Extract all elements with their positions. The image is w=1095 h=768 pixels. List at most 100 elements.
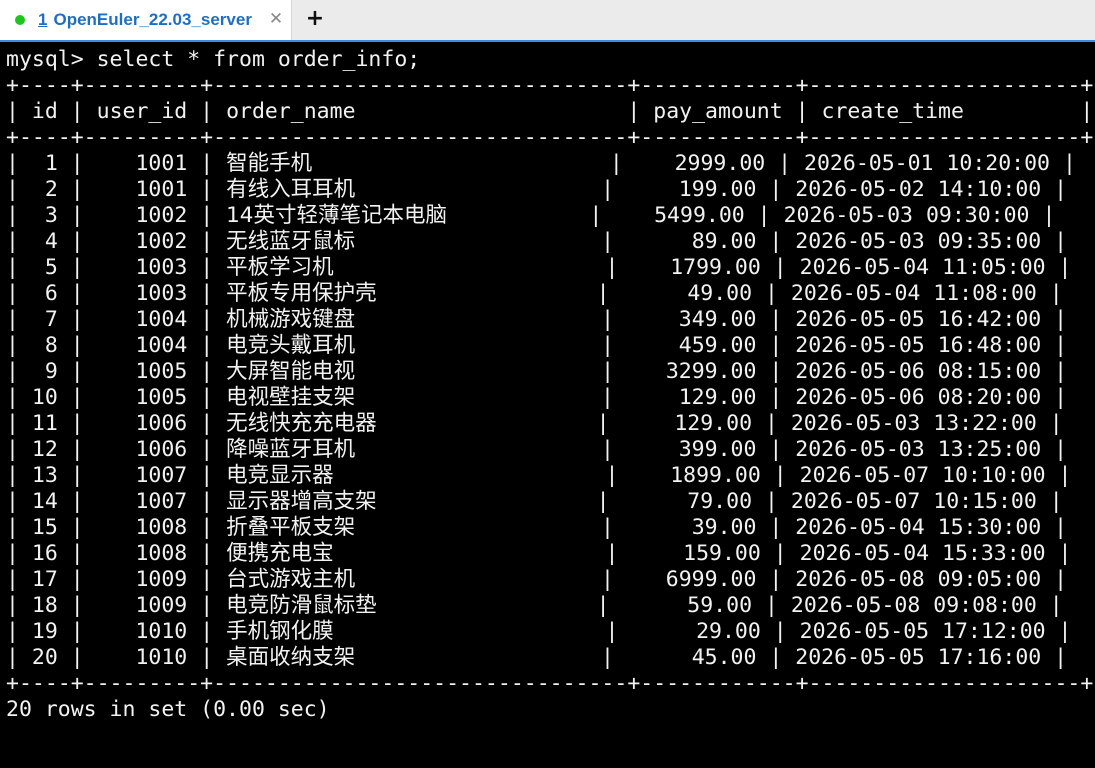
table-cell-order-name: 无线蓝牙鼠标 bbox=[226, 229, 356, 254]
table-cell-order-name: 手机钢化膜 bbox=[226, 619, 334, 644]
table-row: | 17 | 1009 | 台式游戏主机 | 6999.00 | 2026-05… bbox=[6, 567, 1068, 592]
table-cell-pay-amount: 1799.00 bbox=[670, 255, 761, 280]
table-border: +----+---------+------------------------… bbox=[6, 125, 1094, 150]
table-cell-pay-amount: 59.00 bbox=[687, 593, 753, 618]
table-cell-create-time: 2026-05-04 15:30:00 bbox=[795, 515, 1042, 540]
tab-title-text: OpenEuler_22.03_server bbox=[53, 10, 252, 29]
column-header: id bbox=[31, 99, 58, 124]
table-cell-id: 15 bbox=[31, 515, 58, 540]
tab-openeuler-server[interactable]: 1 OpenEuler_22.03_server ✕ bbox=[0, 0, 292, 40]
table-cell-user-id: 1007 bbox=[135, 463, 188, 488]
table-cell-id: 20 bbox=[31, 645, 58, 670]
table-cell-id: 8 bbox=[44, 333, 58, 358]
table-cell-pay-amount: 159.00 bbox=[683, 541, 761, 566]
table-cell-order-name: 电竞显示器 bbox=[226, 463, 334, 488]
table-cell-order-name: 电竞防滑鼠标垫 bbox=[226, 593, 377, 618]
table-cell-create-time: 2026-05-04 15:33:00 bbox=[799, 541, 1046, 566]
table-row: | 15 | 1008 | 折叠平板支架 | 39.00 | 2026-05-0… bbox=[6, 515, 1068, 540]
table-row: | 12 | 1006 | 降噪蓝牙耳机 | 399.00 | 2026-05-… bbox=[6, 437, 1068, 462]
table-cell-pay-amount: 5499.00 bbox=[654, 203, 745, 228]
table-row: | 1 | 1001 | 智能手机 | 2999.00 | 2026-05-01… bbox=[6, 151, 1076, 176]
table-cell-order-name: 桌面收纳支架 bbox=[226, 645, 356, 670]
table-cell-user-id: 1001 bbox=[135, 151, 188, 176]
table-row: | 19 | 1010 | 手机钢化膜 | 29.00 | 2026-05-05… bbox=[6, 619, 1072, 644]
table-row: | 14 | 1007 | 显示器增高支架 | 79.00 | 2026-05-… bbox=[6, 489, 1063, 514]
sql-command: select * from order_info; bbox=[96, 47, 421, 72]
column-header: pay_amount bbox=[653, 99, 783, 124]
table-row: | 6 | 1003 | 平板专用保护壳 | 49.00 | 2026-05-0… bbox=[6, 281, 1063, 306]
table-cell-user-id: 1003 bbox=[135, 281, 188, 306]
table-cell-id: 5 bbox=[44, 255, 58, 280]
table-row: | 18 | 1009 | 电竞防滑鼠标垫 | 59.00 | 2026-05-… bbox=[6, 593, 1063, 618]
table-cell-create-time: 2026-05-07 10:15:00 bbox=[790, 489, 1037, 514]
table-border: +----+---------+------------------------… bbox=[6, 671, 1094, 696]
table-cell-pay-amount: 129.00 bbox=[674, 411, 753, 436]
terminal-output[interactable]: mysql> select * from order_info; +----+-… bbox=[0, 42, 1095, 768]
table-cell-create-time: 2026-05-04 11:05:00 bbox=[799, 255, 1046, 280]
table-row: | 8 | 1004 | 电竞头戴耳机 | 459.00 | 2026-05-0… bbox=[6, 333, 1068, 358]
table-cell-id: 16 bbox=[31, 541, 58, 566]
table-cell-pay-amount: 399.00 bbox=[678, 437, 757, 462]
table-cell-id: 6 bbox=[44, 281, 58, 306]
table-cell-create-time: 2026-05-05 16:48:00 bbox=[795, 333, 1042, 358]
table-cell-create-time: 2026-05-04 11:08:00 bbox=[790, 281, 1037, 306]
table-cell-order-name: 电视壁挂支架 bbox=[226, 385, 356, 410]
table-row: | 16 | 1008 | 便携充电宝 | 159.00 | 2026-05-0… bbox=[6, 541, 1072, 566]
table-cell-id: 13 bbox=[31, 463, 58, 488]
new-tab-icon[interactable]: + bbox=[304, 6, 326, 32]
table-cell-user-id: 1002 bbox=[135, 229, 188, 254]
table-cell-id: 12 bbox=[31, 437, 58, 462]
table-row: | 5 | 1003 | 平板学习机 | 1799.00 | 2026-05-0… bbox=[6, 255, 1072, 280]
table-cell-pay-amount: 45.00 bbox=[691, 645, 757, 670]
table-cell-user-id: 1004 bbox=[135, 333, 188, 358]
table-cell-id: 3 bbox=[44, 203, 58, 228]
table-cell-user-id: 1008 bbox=[135, 515, 188, 540]
table-cell-order-name: 平板学习机 bbox=[226, 255, 334, 280]
table-cell-create-time: 2026-05-03 09:35:00 bbox=[795, 229, 1042, 254]
table-row: | 2 | 1001 | 有线入耳耳机 | 199.00 | 2026-05-0… bbox=[6, 177, 1068, 202]
table-cell-user-id: 1002 bbox=[135, 203, 188, 228]
table-cell-pay-amount: 349.00 bbox=[678, 307, 757, 332]
table-row: | 3 | 1002 | 14英寸轻薄笔记本电脑 | 5499.00 | 202… bbox=[6, 203, 1056, 228]
table-cell-id: 11 bbox=[31, 411, 58, 436]
table-cell-pay-amount: 6999.00 bbox=[665, 567, 757, 592]
table-cell-user-id: 1009 bbox=[135, 567, 188, 592]
table-cell-id: 14 bbox=[31, 489, 58, 514]
table-cell-pay-amount: 89.00 bbox=[691, 229, 757, 254]
table-cell-order-name: 机械游戏键盘 bbox=[226, 307, 356, 332]
table-cell-pay-amount: 39.00 bbox=[691, 515, 757, 540]
terminal-text: mysql> select * from order_info; +----+-… bbox=[6, 47, 1093, 723]
table-cell-id: 18 bbox=[31, 593, 58, 618]
close-tab-icon[interactable]: ✕ bbox=[266, 7, 286, 31]
table-cell-user-id: 1010 bbox=[135, 619, 188, 644]
table-cell-user-id: 1010 bbox=[135, 645, 188, 670]
table-cell-create-time: 2026-05-03 13:25:00 bbox=[795, 437, 1042, 462]
table-cell-order-name: 显示器增高支架 bbox=[226, 489, 377, 514]
command-line: mysql> select * from order_info; bbox=[6, 47, 420, 72]
table-cell-pay-amount: 2999.00 bbox=[674, 151, 766, 176]
table-row: | 7 | 1004 | 机械游戏键盘 | 349.00 | 2026-05-0… bbox=[6, 307, 1068, 332]
table-cell-create-time: 2026-05-06 08:15:00 bbox=[795, 359, 1042, 384]
table-cell-user-id: 1007 bbox=[135, 489, 188, 514]
table-cell-id: 19 bbox=[31, 619, 58, 644]
table-cell-create-time: 2026-05-03 09:30:00 bbox=[783, 203, 1030, 228]
table-cell-order-name: 有线入耳耳机 bbox=[226, 177, 356, 202]
table-cell-order-name: 台式游戏主机 bbox=[226, 567, 356, 592]
query-summary: 20 rows in set (0.00 sec) bbox=[6, 697, 330, 722]
table-cell-order-name: 无线快充充电器 bbox=[226, 411, 377, 436]
table-cell-pay-amount: 29.00 bbox=[696, 619, 761, 644]
table-cell-create-time: 2026-05-05 16:42:00 bbox=[795, 307, 1042, 332]
table-cell-user-id: 1008 bbox=[135, 541, 188, 566]
table-cell-order-name: 折叠平板支架 bbox=[226, 515, 356, 540]
table-cell-id: 10 bbox=[31, 385, 58, 410]
table-cell-order-name: 降噪蓝牙耳机 bbox=[226, 437, 356, 462]
table-cell-user-id: 1006 bbox=[135, 437, 188, 462]
table-cell-id: 9 bbox=[44, 359, 58, 384]
table-cell-create-time: 2026-05-03 13:22:00 bbox=[790, 411, 1037, 436]
table-cell-id: 4 bbox=[44, 229, 58, 254]
tab-title: 1 OpenEuler_22.03_server bbox=[38, 10, 252, 30]
table-cell-user-id: 1005 bbox=[135, 385, 188, 410]
table-cell-user-id: 1009 bbox=[135, 593, 188, 618]
table-cell-user-id: 1001 bbox=[135, 177, 188, 202]
table-cell-id: 7 bbox=[44, 307, 58, 332]
